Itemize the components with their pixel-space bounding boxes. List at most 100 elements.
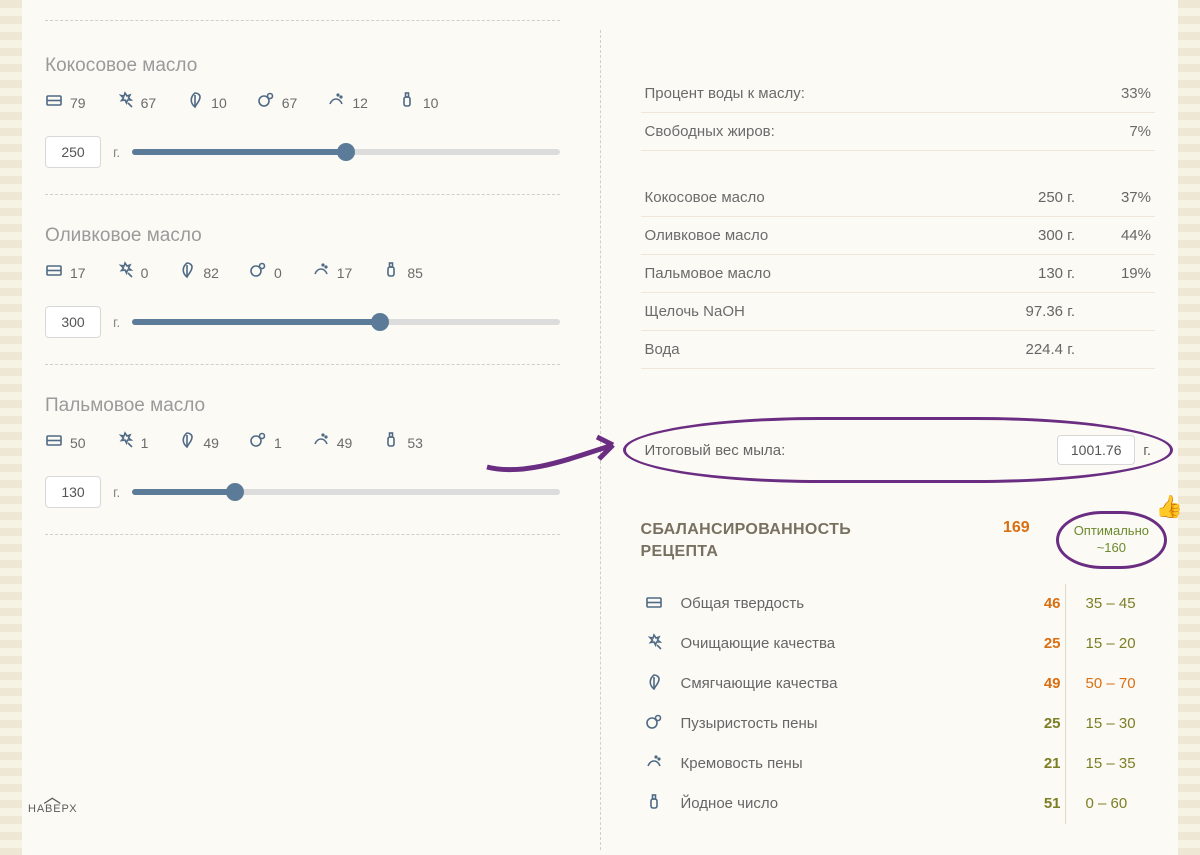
stat-value: 49 bbox=[203, 435, 219, 451]
ingredient-row: Кокосовое масло 250 г. 37% bbox=[641, 179, 1156, 217]
param-value: 33% bbox=[1121, 85, 1151, 102]
stat-bubbly: 0 bbox=[249, 261, 282, 284]
stat-value: 67 bbox=[282, 95, 298, 111]
oil-title: Пальмовое масло bbox=[45, 395, 560, 417]
creamy-icon bbox=[327, 91, 345, 114]
stat-hardness: 79 bbox=[45, 91, 86, 114]
back-to-top-button[interactable]: ︿ НАВЕРХ bbox=[28, 792, 77, 815]
ingredient-pct bbox=[1103, 303, 1151, 320]
oil-block: Пальмовое масло 50 1 49 1 49 53 г. bbox=[45, 375, 560, 534]
stat-iodine: 10 bbox=[398, 91, 439, 114]
stat-value: 1 bbox=[141, 435, 149, 451]
stat-conditioning: 82 bbox=[178, 261, 219, 284]
conditioning-icon bbox=[178, 431, 196, 454]
hardness-icon bbox=[45, 261, 63, 284]
oil-weight-slider[interactable] bbox=[132, 489, 559, 495]
balance-metric-range: 15 – 35 bbox=[1065, 744, 1155, 784]
balance-metric-value: 49 bbox=[995, 664, 1065, 704]
ingredient-name: Вода bbox=[645, 341, 680, 358]
param-water-to-oil: Процент воды к маслу: 33% bbox=[641, 75, 1156, 113]
cleansing-icon bbox=[641, 624, 677, 664]
stat-value: 10 bbox=[211, 95, 227, 111]
stat-value: 10 bbox=[423, 95, 439, 111]
oil-grams-unit: г. bbox=[113, 314, 120, 330]
stat-bubbly: 67 bbox=[257, 91, 298, 114]
hardness-icon bbox=[45, 431, 63, 454]
conditioning-icon bbox=[186, 91, 204, 114]
oil-stats-row: 50 1 49 1 49 53 bbox=[45, 431, 560, 454]
balance-row: Смягчающие качества 49 50 – 70 bbox=[641, 664, 1156, 704]
stat-conditioning: 10 bbox=[186, 91, 227, 114]
ingredient-grams: 300 г. bbox=[1027, 227, 1075, 244]
summary-column: Процент воды к маслу: 33% Свободных жиро… bbox=[601, 10, 1156, 850]
ingredient-name: Пальмовое масло bbox=[645, 265, 771, 282]
ingredient-row: Пальмовое масло 130 г. 19% bbox=[641, 255, 1156, 293]
ingredient-grams: 130 г. bbox=[1027, 265, 1075, 282]
oil-grams-unit: г. bbox=[113, 484, 120, 500]
balance-title-2: РЕЦЕПТА bbox=[641, 541, 852, 563]
balance-metric-name: Кремовость пены bbox=[677, 744, 996, 784]
stat-cleansing: 1 bbox=[116, 431, 149, 454]
stat-value: 17 bbox=[70, 265, 86, 281]
ingredient-grams: 224.4 г. bbox=[1025, 341, 1075, 358]
balance-metric-value: 21 bbox=[995, 744, 1065, 784]
bubbly-icon bbox=[257, 91, 275, 114]
iodine-icon bbox=[641, 784, 677, 824]
oil-title: Кокосовое масло bbox=[45, 55, 560, 77]
balance-table: Общая твердость 46 35 – 45 Очищающие кач… bbox=[641, 584, 1156, 824]
creamy-icon bbox=[641, 744, 677, 784]
balance-metric-range: 50 – 70 bbox=[1065, 664, 1155, 704]
total-weight-input[interactable] bbox=[1057, 435, 1135, 465]
ingredient-row: Оливковое масло 300 г. 44% bbox=[641, 217, 1156, 255]
balance-metric-name: Йодное число bbox=[677, 784, 996, 824]
chevron-up-icon: ︿ bbox=[28, 792, 77, 803]
ingredient-name: Кокосовое масло bbox=[645, 189, 765, 206]
balance-score: 169 bbox=[1003, 519, 1068, 537]
oil-grams-input[interactable] bbox=[45, 476, 101, 508]
balance-metric-name: Общая твердость bbox=[677, 584, 996, 624]
page-ornament-right bbox=[1178, 0, 1200, 855]
balance-row: Очищающие качества 25 15 – 20 bbox=[641, 624, 1156, 664]
stat-value: 1 bbox=[274, 435, 282, 451]
balance-optimal: Оптимально ~160 👍 bbox=[1068, 519, 1155, 561]
hardness-icon bbox=[641, 584, 677, 624]
stat-creamy: 12 bbox=[327, 91, 368, 114]
balance-row: Общая твердость 46 35 – 45 bbox=[641, 584, 1156, 624]
bubbly-icon bbox=[249, 431, 267, 454]
oil-weight-slider[interactable] bbox=[132, 149, 559, 155]
oil-grams-input[interactable] bbox=[45, 136, 101, 168]
slider-thumb[interactable] bbox=[371, 313, 389, 331]
stat-value: 0 bbox=[141, 265, 149, 281]
oil-weight-slider[interactable] bbox=[132, 319, 559, 325]
cleansing-icon bbox=[116, 261, 134, 284]
ingredient-row: Вода 224.4 г. bbox=[641, 331, 1156, 369]
oils-column: Кокосовое масло 79 67 10 67 12 10 г. bbox=[45, 10, 600, 850]
oil-grams-unit: г. bbox=[113, 144, 120, 160]
conditioning-icon bbox=[641, 664, 677, 704]
balance-row: Пузыристость пены 25 15 – 30 bbox=[641, 704, 1156, 744]
balance-metric-range: 15 – 30 bbox=[1065, 704, 1155, 744]
stat-creamy: 17 bbox=[312, 261, 353, 284]
slider-thumb[interactable] bbox=[226, 483, 244, 501]
hardness-icon bbox=[45, 91, 63, 114]
balance-title-1: СБАЛАНСИРОВАННОСТЬ bbox=[641, 519, 852, 541]
balance-metric-value: 51 bbox=[995, 784, 1065, 824]
bubbly-icon bbox=[249, 261, 267, 284]
cleansing-icon bbox=[116, 91, 134, 114]
param-free-fat: Свободных жиров: 7% bbox=[641, 113, 1156, 151]
balance-metric-value: 25 bbox=[995, 624, 1065, 664]
balance-metric-name: Смягчающие качества bbox=[677, 664, 996, 704]
slider-thumb[interactable] bbox=[337, 143, 355, 161]
oil-grams-input[interactable] bbox=[45, 306, 101, 338]
balance-header: СБАЛАНСИРОВАННОСТЬ РЕЦЕПТА 169 Оптимальн… bbox=[641, 519, 1156, 564]
stat-value: 53 bbox=[407, 435, 423, 451]
iodine-icon bbox=[382, 261, 400, 284]
stat-hardness: 17 bbox=[45, 261, 86, 284]
stat-value: 12 bbox=[352, 95, 368, 111]
cleansing-icon bbox=[116, 431, 134, 454]
stat-value: 79 bbox=[70, 95, 86, 111]
stat-value: 85 bbox=[407, 265, 423, 281]
stat-iodine: 53 bbox=[382, 431, 423, 454]
param-label: Свободных жиров: bbox=[645, 123, 775, 140]
ingredient-name: Оливковое масло bbox=[645, 227, 769, 244]
